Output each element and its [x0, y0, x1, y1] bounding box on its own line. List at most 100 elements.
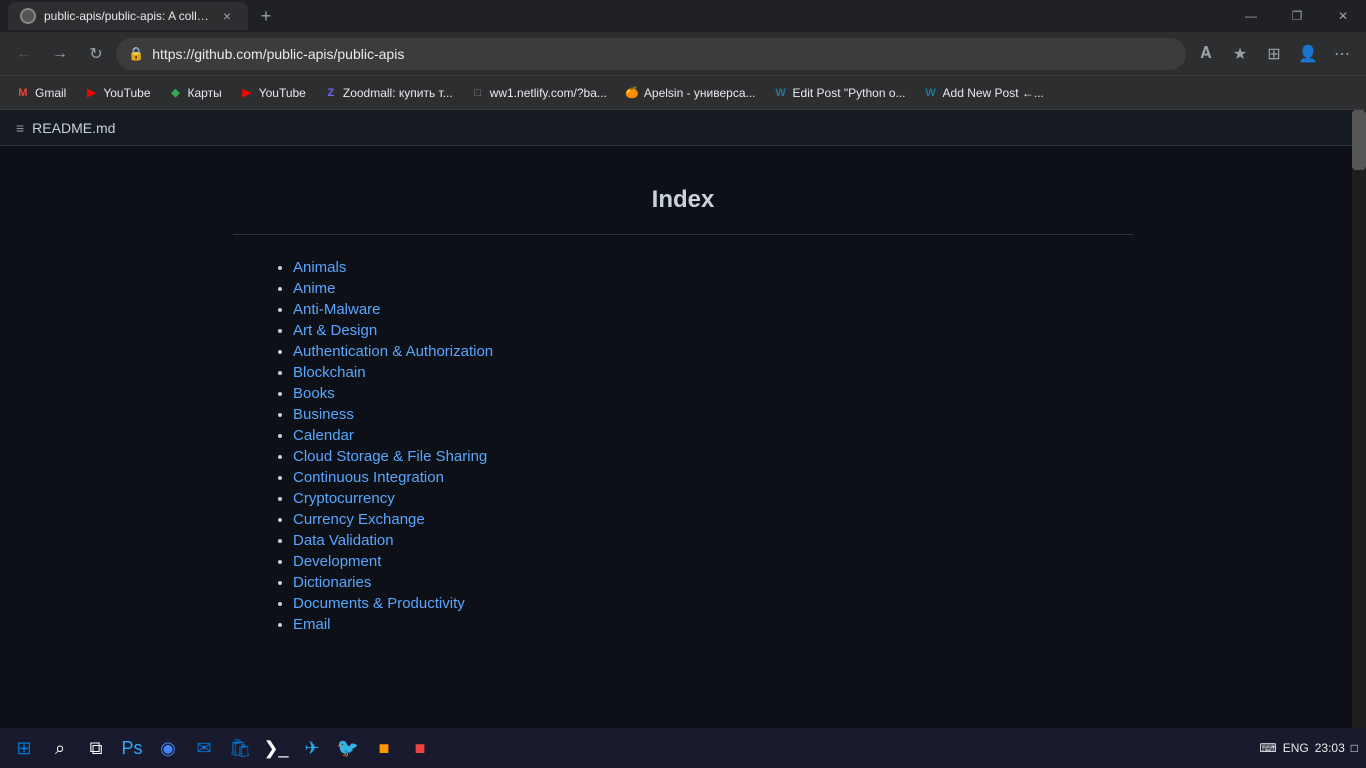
taskbar-telegram-icon[interactable]: ✈: [296, 732, 328, 764]
forward-button[interactable]: →: [44, 38, 76, 70]
index-link[interactable]: Animals: [293, 259, 346, 276]
index-link[interactable]: Anime: [293, 280, 336, 297]
back-button[interactable]: ←: [8, 38, 40, 70]
minimize-button[interactable]: —: [1228, 0, 1274, 32]
readme-title: README.md: [32, 120, 115, 136]
bookmark-favicon: W: [774, 86, 788, 100]
bookmark-item[interactable]: Z Zoodmall: купить т...: [316, 82, 461, 104]
index-link[interactable]: Anti-Malware: [293, 301, 381, 318]
bookmark-favicon: M: [16, 86, 30, 100]
bookmark-item[interactable]: W Add New Post ←...: [916, 82, 1052, 104]
reload-button[interactable]: ↻: [80, 38, 112, 70]
tab-close-button[interactable]: ×: [218, 7, 236, 25]
taskbar-twitter-icon[interactable]: 🐦: [332, 732, 364, 764]
profile-button[interactable]: 👤: [1292, 38, 1324, 70]
close-button[interactable]: ✕: [1320, 0, 1366, 32]
index-link[interactable]: Books: [293, 385, 335, 402]
nav-actions: 𝐀 ★ ⊞ 👤 ⋯: [1190, 38, 1358, 70]
list-item: Development: [293, 553, 1133, 570]
taskbar-taskview-icon[interactable]: ⧉: [80, 732, 112, 764]
collections-button[interactable]: ⊞: [1258, 38, 1290, 70]
index-heading: Index: [233, 186, 1133, 214]
maximize-button[interactable]: ❐: [1274, 0, 1320, 32]
index-link[interactable]: Authentication & Authorization: [293, 343, 493, 360]
readme-header: ≡ README.md: [0, 110, 1366, 146]
taskbar-mail-icon[interactable]: ✉: [188, 732, 220, 764]
index-link[interactable]: Business: [293, 406, 354, 423]
index-link[interactable]: Cloud Storage & File Sharing: [293, 448, 487, 465]
index-link[interactable]: Continuous Integration: [293, 469, 444, 486]
index-link[interactable]: Development: [293, 553, 381, 570]
index-link[interactable]: Calendar: [293, 427, 354, 444]
list-item: Documents & Productivity: [293, 595, 1133, 612]
list-item: Currency Exchange: [293, 511, 1133, 528]
list-item: Dictionaries: [293, 574, 1133, 591]
notification-icon: □: [1351, 741, 1358, 755]
bookmark-label: YouTube: [103, 86, 150, 100]
index-link[interactable]: Art & Design: [293, 322, 377, 339]
title-bar-left: public-apis/public-apis: A collect × +: [0, 2, 1228, 30]
taskbar-photoshop-icon[interactable]: Ps: [116, 732, 148, 764]
bookmark-favicon: 🍊: [625, 86, 639, 100]
bookmark-label: ww1.netlify.com/?ba...: [490, 86, 607, 100]
bookmark-item[interactable]: ▶YouTube: [76, 82, 158, 104]
reading-view-button[interactable]: 𝐀: [1190, 38, 1222, 70]
index-link[interactable]: Email: [293, 616, 331, 633]
list-item: Cryptocurrency: [293, 490, 1133, 507]
taskbar-start-icon[interactable]: ⊞: [8, 732, 40, 764]
index-divider: [233, 234, 1133, 235]
browser-content: ≡ README.md Index Animals Anime Anti-Malwa…: [0, 110, 1366, 728]
clock: 23:03: [1315, 741, 1345, 755]
bookmark-favicon: Z: [324, 86, 338, 100]
taskbar-store-icon[interactable]: 🛍: [224, 732, 256, 764]
list-item: Email: [293, 616, 1133, 633]
list-item: Business: [293, 406, 1133, 423]
taskbar-left: ⊞⌕⧉Ps◉✉🛍❯_✈🐦■■: [8, 732, 436, 764]
browser-tab[interactable]: public-apis/public-apis: A collect ×: [8, 2, 248, 30]
new-tab-button[interactable]: +: [252, 2, 280, 30]
bookmark-label: Add New Post ←...: [943, 86, 1044, 100]
bookmark-label: Zoodmall: купить т...: [343, 86, 453, 100]
bookmark-item[interactable]: ◆Карты: [161, 82, 230, 104]
content-area: Index Animals Anime Anti-Malware Art & Desi…: [0, 146, 1366, 728]
bookmark-item[interactable]: 🍊 Apelsin - универса...: [617, 82, 764, 104]
bookmark-item[interactable]: M Gmail: [8, 82, 74, 104]
index-link[interactable]: Cryptocurrency: [293, 490, 395, 507]
language-indicator: ENG: [1283, 741, 1309, 755]
bookmark-label: Карты: [188, 86, 222, 100]
index-link[interactable]: Currency Exchange: [293, 511, 425, 528]
scrollbar[interactable]: [1352, 110, 1366, 728]
bookmark-item[interactable]: W Edit Post "Python o...: [766, 82, 914, 104]
taskbar-terminal-icon[interactable]: ❯_: [260, 732, 292, 764]
taskbar-chrome-icon[interactable]: ◉: [152, 732, 184, 764]
list-item: Data Validation: [293, 532, 1133, 549]
list-item: Books: [293, 385, 1133, 402]
bookmark-item[interactable]: □ ww1.netlify.com/?ba...: [463, 82, 615, 104]
taskbar-search-icon[interactable]: ⌕: [44, 732, 76, 764]
taskbar-app1-icon[interactable]: ■: [368, 732, 400, 764]
taskbar-right: ⌨ ENG 23:03 □: [1259, 741, 1358, 755]
index-link[interactable]: Data Validation: [293, 532, 394, 549]
title-bar-controls: — ❐ ✕: [1228, 0, 1366, 32]
index-list: Animals Anime Anti-Malware Art & Design Auth…: [233, 259, 1133, 633]
index-link[interactable]: Blockchain: [293, 364, 366, 381]
taskbar-tray: ⌨ ENG 23:03 □: [1259, 741, 1358, 755]
bookmark-favicon: □: [471, 86, 485, 100]
bookmark-label: YouTube: [259, 86, 306, 100]
taskbar-app2-icon[interactable]: ■: [404, 732, 436, 764]
bookmark-label: Gmail: [35, 86, 66, 100]
bookmark-item[interactable]: ▶YouTube: [232, 82, 314, 104]
more-button[interactable]: ⋯: [1326, 38, 1358, 70]
bookmark-label: Edit Post "Python o...: [793, 86, 906, 100]
list-item: Cloud Storage & File Sharing: [293, 448, 1133, 465]
bookmark-label: Apelsin - универса...: [644, 86, 756, 100]
bookmark-favicon: W: [924, 86, 938, 100]
scrollbar-thumb[interactable]: [1352, 110, 1366, 170]
index-link[interactable]: Dictionaries: [293, 574, 371, 591]
list-item: Continuous Integration: [293, 469, 1133, 486]
list-item: Animals: [293, 259, 1133, 276]
favorites-button[interactable]: ★: [1224, 38, 1256, 70]
address-bar[interactable]: 🔒 https://github.com/public-apis/public-…: [116, 38, 1186, 70]
list-item: Authentication & Authorization: [293, 343, 1133, 360]
index-link[interactable]: Documents & Productivity: [293, 595, 465, 612]
